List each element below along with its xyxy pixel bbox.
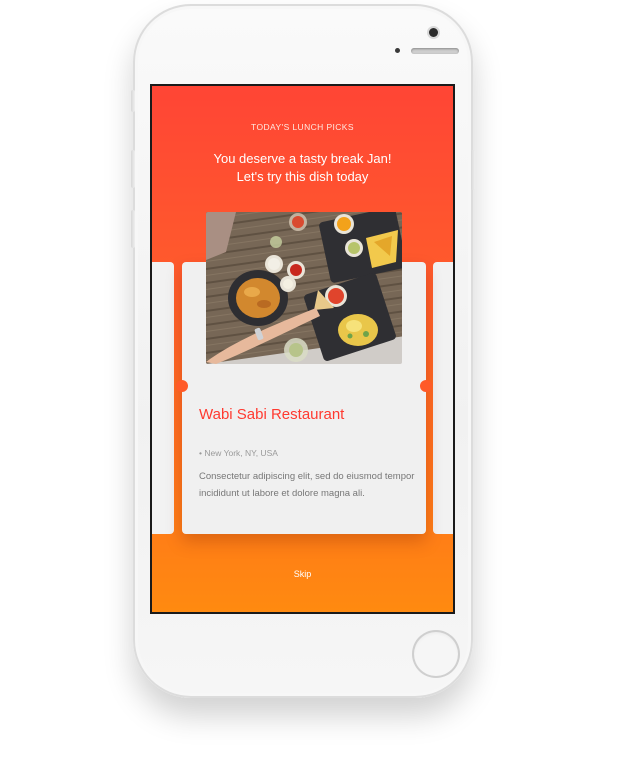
power-button — [471, 150, 475, 190]
volume-up-button — [131, 150, 135, 188]
headline-line-2: Let's try this dish today — [236, 169, 369, 184]
restaurant-description: Consectetur adipiscing elit, sed do eius… — [199, 471, 415, 499]
proximity-sensor — [395, 48, 400, 53]
volume-down-button — [131, 210, 135, 248]
restaurant-location: • New York, NY, USA — [199, 448, 278, 458]
mute-switch — [131, 90, 135, 112]
earpiece-speaker — [411, 48, 459, 54]
section-eyebrow: TODAY'S LUNCH PICKS — [251, 122, 354, 132]
location-bullet-icon: • — [199, 448, 202, 458]
previous-card[interactable] — [152, 262, 174, 534]
greeting-headline: You deserve a tasty break Jan! Let's try… — [152, 150, 453, 186]
restaurant-name[interactable]: Wabi Sabi Restaurant — [199, 406, 344, 423]
headline-line-1: You deserve a tasty break Jan! — [213, 151, 392, 166]
dish-photo — [206, 212, 402, 364]
location-text: New York, NY, USA — [204, 448, 278, 458]
front-camera — [429, 28, 438, 37]
next-card[interactable] — [433, 262, 453, 534]
card-notch-right — [420, 380, 432, 392]
dish-photo-illustration — [206, 212, 402, 364]
skip-button[interactable]: Skip — [152, 569, 453, 579]
home-button[interactable] — [412, 630, 460, 678]
card-notch-left — [176, 380, 188, 392]
app-screen: TODAY'S LUNCH PICKS You deserve a tasty … — [152, 86, 453, 612]
